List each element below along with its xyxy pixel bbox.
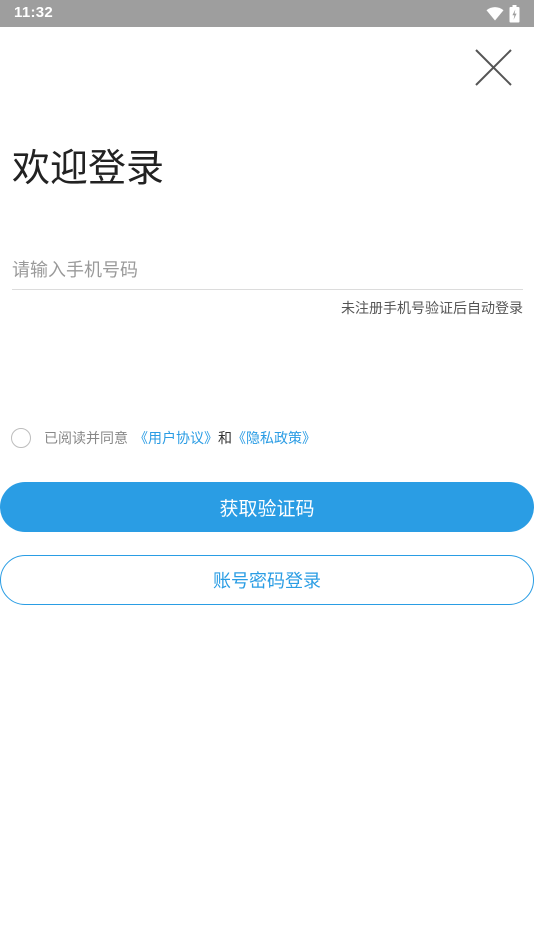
agreement-prefix: 已阅读并同意	[44, 431, 128, 447]
status-bar: 11:32	[0, 0, 534, 27]
auto-register-hint: 未注册手机号验证后自动登录	[341, 301, 523, 317]
status-time: 11:32	[14, 4, 54, 21]
battery-icon	[509, 5, 520, 23]
close-icon	[475, 49, 512, 86]
agreement-and-text: 和	[218, 431, 232, 447]
privacy-policy-link[interactable]: 《隐私政策》	[232, 428, 316, 448]
status-icons	[486, 5, 520, 23]
page-title: 欢迎登录	[12, 146, 165, 190]
get-code-button[interactable]: 获取验证码	[0, 482, 534, 532]
wifi-icon	[486, 7, 504, 21]
user-agreement-link[interactable]: 《用户协议》	[134, 428, 218, 448]
agreement-checkbox[interactable]	[11, 428, 31, 448]
agreement-row: 已阅读并同意 《用户协议》 和 《隐私政策》	[11, 427, 316, 449]
password-login-button[interactable]: 账号密码登录	[0, 555, 534, 605]
phone-input[interactable]	[12, 251, 523, 290]
close-button[interactable]	[468, 43, 518, 93]
